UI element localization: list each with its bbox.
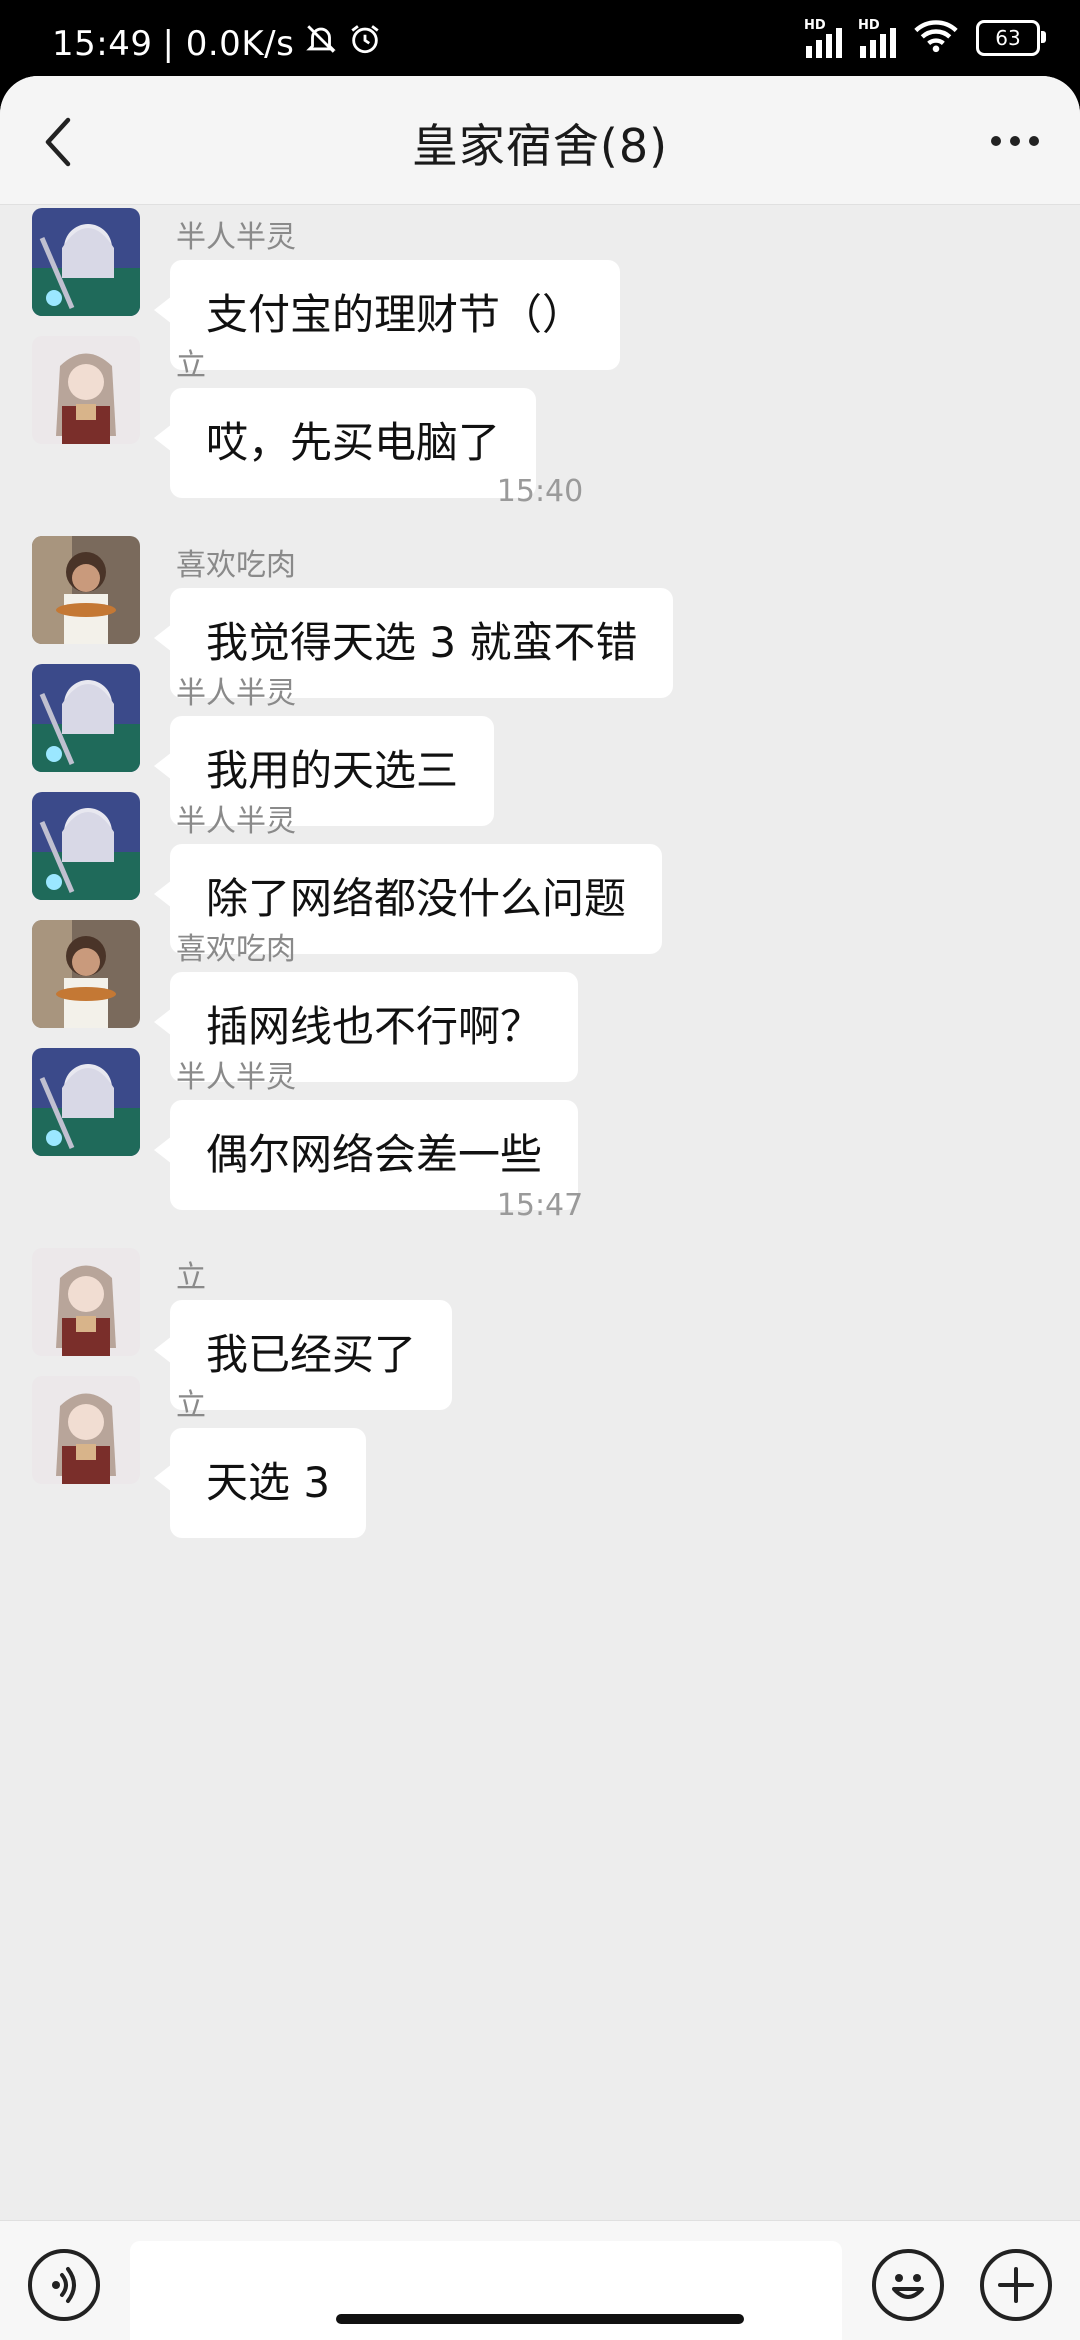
- avatar-li[interactable]: [32, 1376, 140, 1484]
- emoji-button[interactable]: [872, 2249, 944, 2321]
- avatar-li[interactable]: [32, 1248, 140, 1356]
- avatar-likes-meat[interactable]: [32, 920, 140, 1028]
- sender-name: 喜欢吃肉: [176, 932, 296, 967]
- sender-name: 半人半灵: [176, 676, 296, 711]
- sender-name: 半人半灵: [176, 804, 296, 839]
- avatar-half-human[interactable]: [32, 208, 140, 316]
- more-actions-button[interactable]: [980, 2249, 1052, 2321]
- voice-input-button[interactable]: [28, 2249, 100, 2321]
- hd-label: HD: [804, 18, 826, 33]
- status-left: 15:49 | 0.0K/s: [52, 22, 382, 65]
- sender-name: 立: [176, 1260, 206, 1295]
- more-dot-icon: [1029, 136, 1039, 146]
- message-list[interactable]: 半人半灵 支付宝的理财节（） 立 哎，先买电脑了 15:40 喜欢吃肉 我觉得天…: [0, 204, 1080, 2219]
- message-bubble[interactable]: 我已经买了: [153, 1300, 453, 1410]
- avatar-half-human[interactable]: [32, 792, 140, 900]
- message-input[interactable]: [130, 2241, 842, 2340]
- wifi-icon: [914, 19, 958, 57]
- sender-name: 喜欢吃肉: [176, 548, 296, 583]
- avatar-half-human[interactable]: [32, 1048, 140, 1156]
- bell-muted-icon: [304, 22, 338, 65]
- chat-app: 皇家宿舍(8) 半人半灵 支付宝的理财节（） 立 哎，先买电脑了 15:40 喜…: [0, 76, 1080, 2340]
- sender-name: 半人半灵: [176, 220, 296, 255]
- sender-name: 立: [176, 1388, 206, 1423]
- signal-icon: HD: [804, 18, 842, 58]
- signal-icon: HD: [858, 18, 896, 58]
- chat-header: 皇家宿舍(8): [0, 76, 1080, 205]
- message-bubble[interactable]: 天选 3: [153, 1428, 367, 1538]
- avatar-li[interactable]: [32, 336, 140, 444]
- home-indicator[interactable]: [336, 2314, 744, 2324]
- battery-level: 63: [995, 26, 1021, 50]
- voice-icon: [52, 2267, 76, 2303]
- sender-name: 立: [176, 348, 206, 383]
- chat-title: 皇家宿舍(8): [411, 119, 669, 173]
- plus-icon: [998, 2267, 1034, 2303]
- battery-icon: 63: [976, 20, 1046, 56]
- hd-label: HD: [858, 18, 880, 33]
- status-time: 15:49: [52, 23, 153, 64]
- network-speed: | 0.0K/s: [162, 23, 295, 64]
- status-bar: 15:49 | 0.0K/s HD HD 63: [0, 0, 1080, 76]
- status-right: HD HD 63: [804, 18, 1046, 58]
- smiley-icon: [892, 2274, 924, 2299]
- avatar-likes-meat[interactable]: [32, 536, 140, 644]
- alarm-icon: [348, 22, 382, 65]
- timestamp: 15:47: [496, 1188, 584, 1223]
- more-options-button[interactable]: [980, 106, 1050, 176]
- timestamp: 15:40: [496, 474, 584, 509]
- more-dot-icon: [1010, 136, 1020, 146]
- sender-name: 半人半灵: [176, 1060, 296, 1095]
- more-dot-icon: [991, 136, 1001, 146]
- message-bubble[interactable]: 支付宝的理财节（）: [153, 260, 621, 370]
- avatar-half-human[interactable]: [32, 664, 140, 772]
